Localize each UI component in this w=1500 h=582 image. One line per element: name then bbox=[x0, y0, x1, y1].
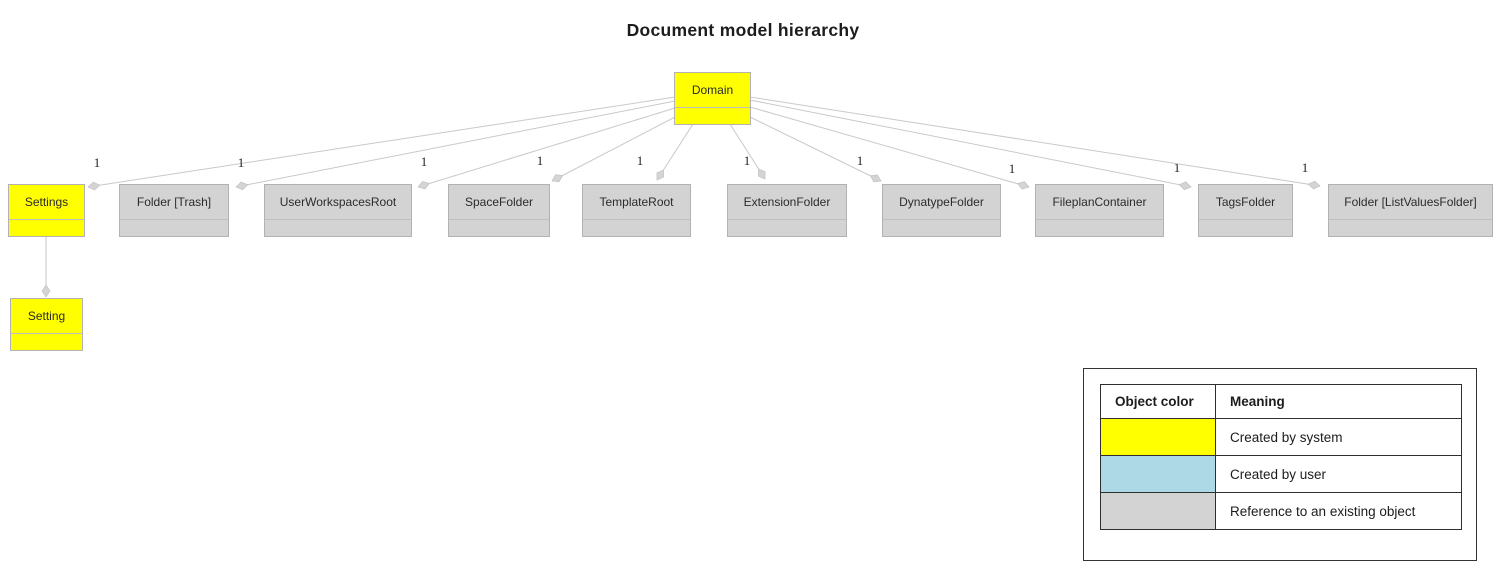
edge-line bbox=[750, 100, 1191, 187]
node-spacefolder: SpaceFolder bbox=[448, 184, 550, 237]
legend-row-reference: Reference to an existing object bbox=[1101, 493, 1462, 530]
edge-line bbox=[657, 124, 693, 180]
legend-frame: Object color Meaning Created by system C… bbox=[1083, 368, 1477, 561]
legend-table: Object color Meaning Created by system C… bbox=[1100, 384, 1462, 530]
multiplicity-label: 1 bbox=[744, 153, 751, 168]
node-label: Setting bbox=[11, 299, 82, 334]
node-settings: Settings bbox=[8, 184, 85, 237]
node-compartment bbox=[120, 220, 228, 236]
node-tagsfolder: TagsFolder bbox=[1198, 184, 1293, 237]
node-label: UserWorkspacesRoot bbox=[265, 185, 411, 220]
multiplicity-label: 1 bbox=[857, 153, 864, 168]
edge-line bbox=[750, 97, 1320, 186]
node-fileplancontainer: FileplanContainer bbox=[1035, 184, 1164, 237]
multiplicity-label: 1 bbox=[637, 153, 644, 168]
legend-swatch-blue bbox=[1101, 456, 1216, 493]
node-label: TemplateRoot bbox=[583, 185, 690, 220]
node-label: SpaceFolder bbox=[449, 185, 549, 220]
legend-header-row: Object color Meaning bbox=[1101, 385, 1462, 419]
node-folder-trash: Folder [Trash] bbox=[119, 184, 229, 237]
legend-swatch-gray bbox=[1101, 493, 1216, 530]
node-label: DynatypeFolder bbox=[883, 185, 1000, 220]
node-compartment bbox=[583, 220, 690, 236]
node-compartment bbox=[883, 220, 1000, 236]
legend-header-meaning: Meaning bbox=[1216, 385, 1462, 419]
node-compartment bbox=[1329, 220, 1492, 236]
edge-line bbox=[88, 97, 675, 187]
edge-line bbox=[750, 117, 881, 181]
node-compartment bbox=[728, 220, 846, 236]
legend-meaning: Reference to an existing object bbox=[1216, 493, 1462, 530]
legend-row-system: Created by system bbox=[1101, 419, 1462, 456]
node-compartment bbox=[265, 220, 411, 236]
node-label: Folder [ListValuesFolder] bbox=[1329, 185, 1492, 220]
node-folder-listvalues: Folder [ListValuesFolder] bbox=[1328, 184, 1493, 237]
diagram-canvas: Document model hierarchy 1111111111 Doma… bbox=[0, 0, 1500, 582]
node-templateroot: TemplateRoot bbox=[582, 184, 691, 237]
node-label: ExtensionFolder bbox=[728, 185, 846, 220]
node-label: Settings bbox=[9, 185, 84, 220]
legend-header-object-color: Object color bbox=[1101, 385, 1216, 419]
node-userworkspacesroot: UserWorkspacesRoot bbox=[264, 184, 412, 237]
multiplicity-label: 1 bbox=[94, 155, 101, 170]
legend-row-user: Created by user bbox=[1101, 456, 1462, 493]
multiplicity-label: 1 bbox=[238, 155, 245, 170]
edge-line bbox=[730, 124, 765, 179]
node-domain: Domain bbox=[674, 72, 751, 125]
node-compartment bbox=[675, 108, 750, 124]
legend-meaning: Created by user bbox=[1216, 456, 1462, 493]
node-compartment bbox=[1036, 220, 1163, 236]
edge-line bbox=[236, 101, 675, 187]
multiplicity-label: 1 bbox=[421, 154, 428, 169]
multiplicity-label: 1 bbox=[537, 153, 544, 168]
node-dynatypefolder: DynatypeFolder bbox=[882, 184, 1001, 237]
multiplicity-label: 1 bbox=[1174, 160, 1181, 175]
edge-line bbox=[418, 108, 675, 187]
node-compartment bbox=[449, 220, 549, 236]
node-compartment bbox=[1199, 220, 1292, 236]
node-compartment bbox=[9, 220, 84, 236]
node-label: TagsFolder bbox=[1199, 185, 1292, 220]
multiplicity-label: 1 bbox=[1302, 160, 1309, 175]
node-label: Folder [Trash] bbox=[120, 185, 228, 220]
node-label: FileplanContainer bbox=[1036, 185, 1163, 220]
multiplicity-label: 1 bbox=[1009, 161, 1016, 176]
node-label: Domain bbox=[675, 73, 750, 108]
legend-swatch-yellow bbox=[1101, 419, 1216, 456]
node-setting: Setting bbox=[10, 298, 83, 351]
node-compartment bbox=[11, 334, 82, 350]
legend-meaning: Created by system bbox=[1216, 419, 1462, 456]
node-extensionfolder: ExtensionFolder bbox=[727, 184, 847, 237]
